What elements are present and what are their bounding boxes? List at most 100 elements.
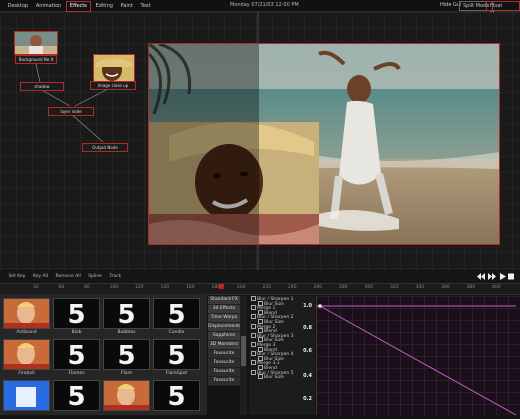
svg-text:5: 5 — [67, 300, 85, 328]
effect-thumbnail: 5 — [153, 298, 200, 329]
effect-item[interactable]: Fireball — [3, 339, 50, 378]
parameter-checkbox[interactable] — [251, 332, 256, 338]
effect-thumbnail: 5 — [153, 339, 200, 370]
ruler-tick-label: 240 — [288, 285, 297, 290]
effect-item[interactable] — [103, 380, 150, 419]
effect-item[interactable]: 5 FlareSpot — [153, 339, 200, 378]
effect-label: Flames — [68, 371, 85, 376]
effect-item[interactable]: 5 Flames — [53, 339, 100, 378]
effect-item[interactable]: 5 — [53, 380, 100, 419]
axis-value-label: 0.4 — [303, 373, 312, 379]
effect-label: Blob — [71, 330, 82, 335]
parameter-checkbox[interactable] — [251, 360, 256, 366]
rewind-icon[interactable] — [477, 273, 485, 280]
effect-label — [53, 411, 100, 419]
parameter-checkbox[interactable] — [251, 323, 256, 329]
image-close-up-node-thumbnail[interactable] — [93, 54, 135, 82]
effect-label: FlareSpot — [165, 371, 188, 376]
play-icon[interactable] — [500, 273, 506, 280]
parameter-checkbox[interactable] — [251, 369, 256, 375]
axis-value-label: 0.2 — [303, 396, 312, 402]
effect-thumbnail: 5 — [103, 298, 150, 329]
parameter-checkbox[interactable] — [251, 314, 256, 320]
layer-node[interactable]: layer node — [48, 107, 94, 116]
timeline-toolbar: Set Key Key All Remove All Spline Track — [0, 271, 520, 282]
svg-text:5: 5 — [167, 382, 185, 410]
parameter-checkbox[interactable] — [251, 351, 256, 357]
effect-label — [3, 411, 50, 419]
transport-controls — [477, 273, 514, 280]
ruler-tick-label: 180 — [211, 285, 221, 290]
output-node[interactable]: Output Node — [82, 143, 128, 152]
svg-text:5: 5 — [167, 341, 185, 369]
category-item[interactable]: Time Warps — [208, 314, 240, 323]
categories-scrollbar[interactable] — [240, 296, 247, 415]
background-node-thumbnail[interactable] — [14, 31, 58, 55]
ruler-tick-label: 30 — [33, 285, 39, 290]
parameter-checkbox[interactable] — [251, 296, 256, 301]
category-item[interactable]: Sapphires — [208, 332, 240, 341]
category-item[interactable]: Favourite — [208, 359, 240, 368]
number-five-icon: 5 — [154, 340, 199, 369]
parameter-checkbox[interactable] — [251, 305, 256, 311]
ruler-tick-label: 220 — [262, 285, 272, 290]
ruler-tick-label: 160 — [186, 285, 195, 290]
effect-thumbnail: 5 — [53, 298, 100, 329]
category-item[interactable]: Standard FX — [208, 296, 240, 305]
category-item[interactable]: Favourite — [208, 377, 240, 386]
remove-all-button[interactable]: Remove All — [52, 271, 83, 282]
composite-preview-image — [148, 43, 500, 245]
parameter-checkbox[interactable] — [251, 341, 256, 347]
blue-thumbnail-icon — [4, 381, 49, 410]
image-close-up-node-label: Image close up — [90, 81, 136, 90]
effect-item[interactable] — [3, 380, 50, 419]
number-five-icon: 5 — [154, 299, 199, 328]
effect-label — [103, 411, 150, 419]
effect-label — [153, 411, 200, 419]
effect-thumbnail — [3, 298, 50, 329]
set-key-button[interactable]: Set Key — [5, 271, 28, 282]
curve-value-axis: 1.0 0.8 0.6 0.4 0.2 — [288, 296, 314, 415]
category-item[interactable]: Favourite — [208, 368, 240, 377]
shadow-node[interactable]: shadow — [20, 82, 64, 91]
effect-label: Candle — [168, 330, 185, 335]
effect-item[interactable]: 5 — [153, 380, 200, 419]
ruler-tick-label: 120 — [135, 285, 144, 290]
axis-value-label: 1.0 — [303, 303, 312, 309]
effect-item[interactable]: 5 Bubbles — [103, 298, 150, 337]
effect-thumbnail — [3, 380, 50, 411]
stop-icon[interactable] — [508, 273, 514, 280]
effect-item[interactable]: 5 Flare — [103, 339, 150, 378]
category-item[interactable]: 3D Monsters — [208, 341, 240, 350]
fast-forward-icon[interactable] — [488, 273, 496, 280]
effect-item[interactable]: Antiband — [3, 298, 50, 337]
effect-categories: Standard FX 3d Effects Time Warps Displacem… — [208, 296, 241, 415]
ruler-tick-label: 200 — [237, 285, 246, 290]
effect-label: Fireball — [18, 371, 35, 376]
ruler-tick-label: 280 — [339, 285, 348, 290]
effect-label: Bubbles — [117, 330, 136, 335]
ruler-tick-label: 360 — [441, 285, 450, 290]
key-all-button[interactable]: Key All — [30, 271, 51, 282]
effect-thumbnail — [3, 339, 50, 370]
animation-curve — [316, 296, 517, 415]
number-five-icon: 5 — [104, 340, 149, 369]
parameter-checkbox[interactable] — [258, 374, 263, 380]
svg-text:5: 5 — [117, 341, 135, 369]
svg-text:5: 5 — [67, 382, 85, 410]
portrait-thumbnail-icon — [4, 340, 49, 369]
ruler-tick-label: 60 — [58, 285, 65, 290]
ruler-tick-label: 300 — [364, 285, 374, 290]
portrait-thumbnail-icon — [104, 381, 149, 410]
effect-item[interactable]: 5 Blob — [53, 298, 100, 337]
track-button[interactable]: Track — [106, 271, 124, 282]
ruler-tick-label: 380 — [466, 285, 476, 290]
spline-button[interactable]: Spline — [85, 271, 105, 282]
ruler-tick-label: 400 — [492, 285, 501, 290]
category-item[interactable]: 3d Effects — [208, 305, 240, 314]
axis-value-label: 0.8 — [303, 325, 312, 331]
category-item[interactable]: Displacements — [208, 323, 241, 332]
category-item[interactable]: Favourite — [208, 350, 240, 359]
effect-item[interactable]: 5 Candle — [153, 298, 200, 337]
background-node-label: Background Ne.lt — [15, 55, 57, 64]
